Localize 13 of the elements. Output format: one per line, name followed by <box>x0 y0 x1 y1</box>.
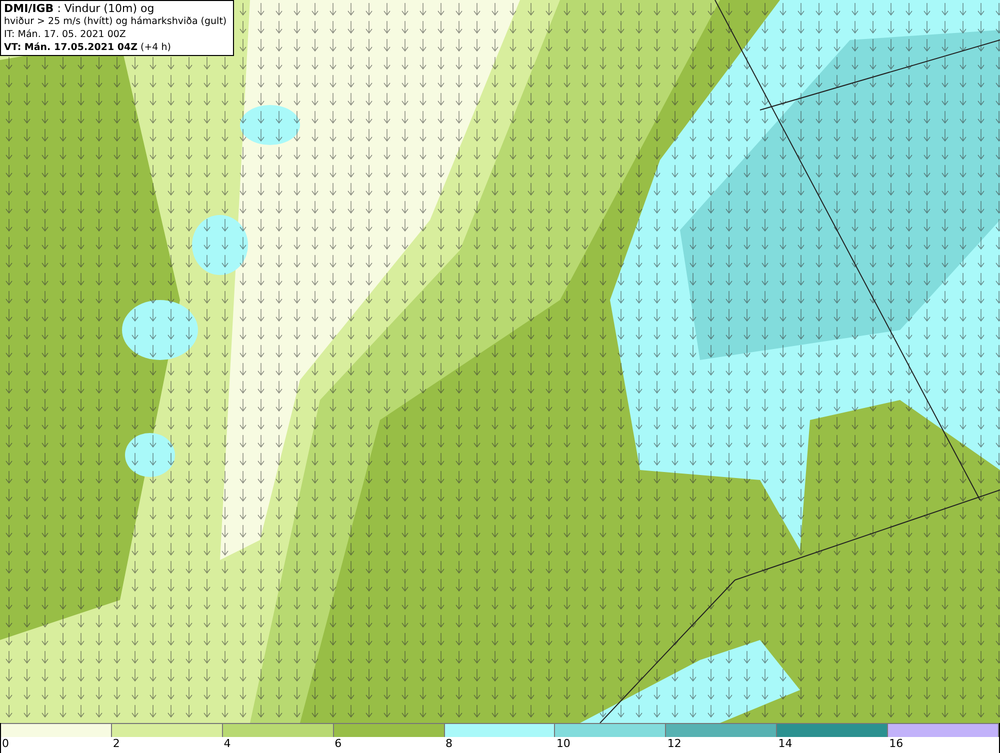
legend-label: 14 <box>777 737 792 751</box>
legend-label: 4 <box>222 737 231 751</box>
title-line: VT: Mán. 17.05.2021 04Z (+4 h) <box>4 41 172 54</box>
legend-label: 16 <box>888 737 904 751</box>
legend-label: 0 <box>1 737 9 751</box>
title-line: hviður > 25 m/s (hvítt) og hámarkshviða (gult) <box>4 15 228 28</box>
title-line: DMI/IGB : Vindur (10m) og <box>4 2 156 15</box>
legend-label: 2 <box>112 737 120 751</box>
legend-label: 6 <box>334 737 342 751</box>
legend-label: 8 <box>444 737 453 751</box>
legend-label: 10 <box>555 737 570 751</box>
legend-label: 12 <box>666 737 682 751</box>
title-line: IT: Mán. 17. 05. 2021 00Z <box>4 28 127 41</box>
